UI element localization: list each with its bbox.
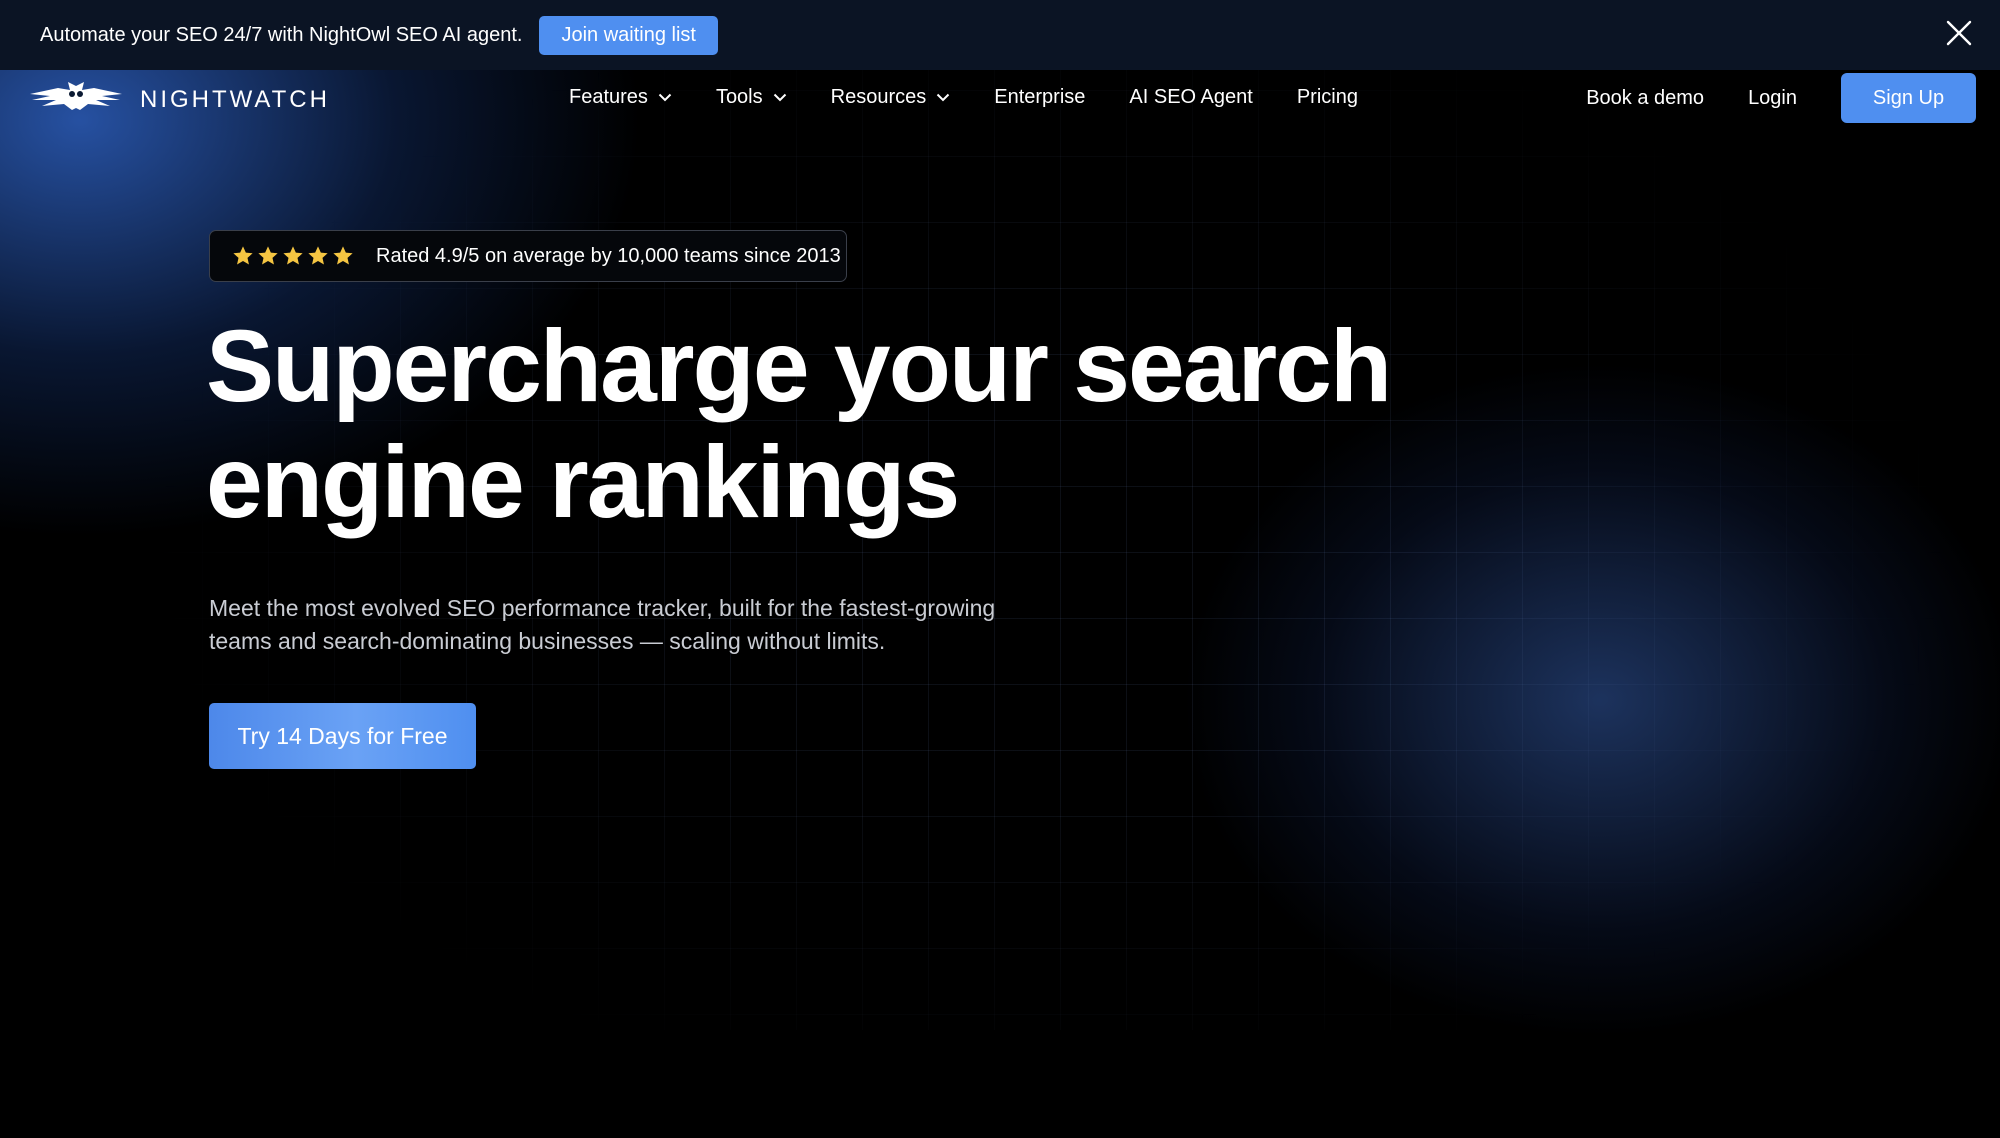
nav-item-label: Resources <box>830 86 927 108</box>
rating-badge: Rated 4.9/5 on average by 10,000 teams s… <box>209 230 847 282</box>
hero-headline: Supercharge your search engine rankings <box>206 308 1406 540</box>
nav-item-tools[interactable]: Tools <box>716 86 787 109</box>
star-icon <box>332 245 354 267</box>
nav-item-enterprise[interactable]: Enterprise <box>994 86 1085 109</box>
nav-item-label: Pricing <box>1296 86 1358 108</box>
nav-actions: Book a demo Login Sign Up <box>1586 73 1976 123</box>
announcement-bar: Automate your SEO 24/7 with NightOwl SEO… <box>0 0 2000 70</box>
star-icon <box>307 245 329 267</box>
nav-item-label: AI SEO Agent <box>1129 86 1253 108</box>
star-icon <box>232 245 254 267</box>
background-grid <box>0 70 2000 1030</box>
book-demo-link[interactable]: Book a demo <box>1586 87 1704 110</box>
login-link[interactable]: Login <box>1748 87 1797 110</box>
nav-item-label: Features <box>569 86 648 108</box>
logo-text: NIGHTWATCH <box>140 85 330 113</box>
try-free-button[interactable]: Try 14 Days for Free <box>209 703 476 769</box>
chevron-down-icon <box>936 93 950 102</box>
subtitle-line-2: teams and search-dominating businesses —… <box>209 628 886 654</box>
star-icon <box>257 245 279 267</box>
nav-item-label: Enterprise <box>994 86 1086 108</box>
main-nav: NIGHTWATCH Features Tools Resources Ente… <box>0 70 2000 126</box>
subtitle-line-1: Meet the most evolved SEO performance tr… <box>209 595 996 621</box>
chevron-down-icon <box>773 93 787 102</box>
nav-item-features[interactable]: Features <box>569 86 672 109</box>
join-waiting-list-button[interactable]: Join waiting list <box>539 15 718 55</box>
chevron-down-icon <box>658 93 672 102</box>
announcement-text: Automate your SEO 24/7 with NightOwl SEO… <box>40 23 523 46</box>
headline-line-2: engine rankings <box>206 425 960 539</box>
nav-item-ai-seo-agent[interactable]: AI SEO Agent <box>1129 86 1252 109</box>
star-rating <box>232 245 357 267</box>
sign-up-button[interactable]: Sign Up <box>1841 73 1976 123</box>
page: Automate your SEO 24/7 with NightOwl SEO… <box>0 0 2000 1138</box>
nav-item-resources[interactable]: Resources <box>831 86 951 109</box>
logo[interactable]: NIGHTWATCH <box>28 82 330 117</box>
rating-text: Rated 4.9/5 on average by 10,000 teams s… <box>376 244 841 267</box>
nav-item-pricing[interactable]: Pricing <box>1297 86 1358 109</box>
star-icon <box>282 245 304 267</box>
nav-links: Features Tools Resources Enterprise AI S… <box>569 86 1402 109</box>
hero-subtitle: Meet the most evolved SEO performance tr… <box>209 592 1009 658</box>
close-icon[interactable] <box>1944 18 1974 48</box>
owl-logo-icon <box>28 82 124 117</box>
headline-line-1: Supercharge your search <box>206 309 1392 423</box>
nav-item-label: Tools <box>715 86 763 108</box>
